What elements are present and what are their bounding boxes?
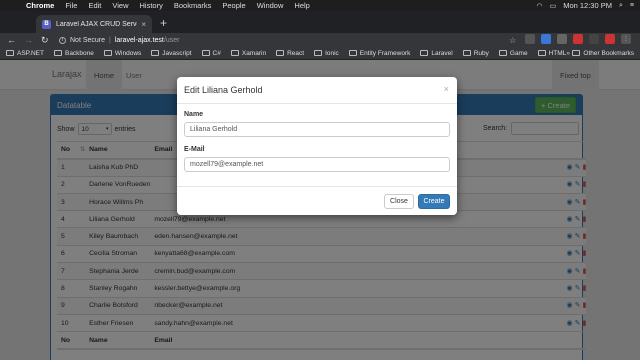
bookmark-label: Windows <box>114 49 142 57</box>
bookmark-label: Ruby <box>473 49 489 57</box>
folder-icon <box>6 50 14 56</box>
folder-icon <box>314 50 323 56</box>
tab-title: Laravel AJAX CRUD Server Si <box>56 20 137 28</box>
close-button[interactable]: Close <box>384 194 414 209</box>
bookmark-item[interactable]: Javascript <box>151 49 192 57</box>
close-tab-icon[interactable]: × <box>141 20 146 29</box>
bookmark-label: C# <box>212 49 221 57</box>
extension-icon[interactable] <box>557 34 567 44</box>
bookmark-item[interactable]: Game <box>498 49 528 57</box>
bookmarks-bar: ASP.NET Backbone Windows Javascript C# X… <box>0 47 640 60</box>
bookmark-label: Game <box>509 49 528 57</box>
folder-icon <box>103 50 112 56</box>
folder-icon <box>572 50 581 56</box>
menu-history[interactable]: History <box>140 1 163 10</box>
folder-icon <box>53 50 62 56</box>
url-host: laravel-ajax.test <box>114 36 164 44</box>
folder-icon <box>462 50 471 56</box>
bookmark-label: Laravel <box>431 49 453 57</box>
search-icon[interactable]: ⌕ <box>619 2 623 10</box>
extensions: ⋮ <box>525 34 631 44</box>
menu-window[interactable]: Window <box>257 1 284 10</box>
modal-footer: Close Create <box>177 186 457 215</box>
browser-tab[interactable]: B Laravel AJAX CRUD Server Si × <box>36 15 152 33</box>
reload-icon[interactable]: ↻ <box>41 35 51 46</box>
bookmark-item[interactable]: HTML <box>537 49 567 57</box>
bookmark-item[interactable]: React <box>276 50 304 57</box>
bookmark-item[interactable]: Laravel <box>420 49 453 57</box>
battery-icon[interactable]: ▭ <box>550 2 557 10</box>
menu-people[interactable]: People <box>222 1 245 10</box>
menu-help[interactable]: Help <box>294 1 309 10</box>
more-menu-icon[interactable]: ⋮ <box>621 34 631 44</box>
name-label: Name <box>184 111 204 118</box>
bookmark-label: React <box>287 49 305 57</box>
wifi-icon[interactable]: ◠ <box>536 2 542 10</box>
bookmark-label: Javascript <box>162 49 192 57</box>
tab-favicon: B <box>42 19 51 29</box>
save-create-button[interactable]: Create <box>418 194 450 209</box>
bookmark-star-icon[interactable]: ☆ <box>509 36 516 45</box>
url-path: /user <box>163 36 180 44</box>
menubar-clock[interactable]: Mon 12:30 PM <box>563 1 612 10</box>
menubar-status: ◠ ▭ Mon 12:30 PM ⌕ ≡ <box>536 0 634 11</box>
extension-icon[interactable] <box>525 34 535 44</box>
folder-icon <box>276 50 285 56</box>
bookmark-item[interactable]: Backbone <box>53 49 94 57</box>
new-tab-icon[interactable]: + <box>160 16 167 30</box>
menu-chrome[interactable]: Chrome <box>26 1 54 10</box>
folder-icon <box>230 50 239 56</box>
folder-icon <box>201 50 210 56</box>
other-bookmarks[interactable]: Other Bookmarks <box>572 50 634 57</box>
bookmark-item[interactable]: C# <box>201 49 221 57</box>
extension-icon[interactable] <box>573 34 583 44</box>
forward-icon[interactable]: → <box>24 35 34 45</box>
menu-edit[interactable]: Edit <box>88 1 101 10</box>
email-field[interactable]: mozell79@example.net <box>184 157 450 172</box>
extension-icon[interactable] <box>589 34 599 44</box>
folder-icon <box>348 50 357 56</box>
email-label: E-Mail <box>184 146 205 153</box>
info-icon[interactable]: i <box>59 36 66 44</box>
menu-bookmarks[interactable]: Bookmarks <box>174 1 212 10</box>
modal-title: Edit Liliana Gerhold <box>184 85 263 95</box>
folder-icon <box>498 50 507 56</box>
folder-icon <box>151 50 160 56</box>
macos-menubar: Chrome File Edit View History Bookmarks … <box>0 0 640 11</box>
extension-icon[interactable] <box>605 34 615 44</box>
bookmark-label: HTML <box>548 49 567 57</box>
apple-icon[interactable] <box>8 2 16 10</box>
bookmark-item[interactable]: Ionic <box>314 50 339 57</box>
bookmark-item[interactable]: Windows <box>103 49 142 57</box>
modal-header: Edit Liliana Gerhold × <box>177 77 457 104</box>
close-icon[interactable]: × <box>444 84 449 94</box>
bookmark-item[interactable]: ASP.NET <box>6 50 44 57</box>
email-field-value: mozell79@example.net <box>190 161 264 168</box>
bookmark-label: Backbone <box>64 49 94 57</box>
bookmark-label: Xamarin <box>241 49 267 57</box>
extension-icon[interactable] <box>541 34 551 44</box>
menu-file[interactable]: File <box>65 1 77 10</box>
address-bar[interactable]: i Not Secure | laravel-ajax.test /user <box>59 34 579 46</box>
back-icon[interactable]: ← <box>7 35 17 45</box>
menu-view[interactable]: View <box>112 1 128 10</box>
more-bookmarks-icon[interactable]: » <box>566 50 570 57</box>
tab-strip: B Laravel AJAX CRUD Server Si × + <box>0 11 640 33</box>
bookmark-label: Entity Framework <box>359 49 411 57</box>
folder-icon <box>537 50 546 56</box>
edit-user-modal: Edit Liliana Gerhold × Name Liliana Gerh… <box>177 77 457 215</box>
browser-toolbar: ← → ↻ i Not Secure | laravel-ajax.test /… <box>0 33 640 47</box>
folder-icon <box>420 50 429 56</box>
bookmark-label: ASP.NET <box>17 49 44 57</box>
url-separator: | <box>109 36 111 44</box>
menu-list-icon[interactable]: ≡ <box>630 2 634 9</box>
bookmark-item[interactable]: Xamarin <box>230 49 267 57</box>
bookmark-item[interactable]: Entity Framework <box>348 49 411 57</box>
bookmark-item[interactable]: Ruby <box>462 49 489 57</box>
name-field-value: Liliana Gerhold <box>190 126 238 133</box>
bookmark-label: Ionic <box>325 49 339 57</box>
security-label: Not Secure <box>70 36 106 44</box>
other-bookmarks-label: Other Bookmarks <box>583 49 634 57</box>
name-field[interactable]: Liliana Gerhold <box>184 122 450 137</box>
